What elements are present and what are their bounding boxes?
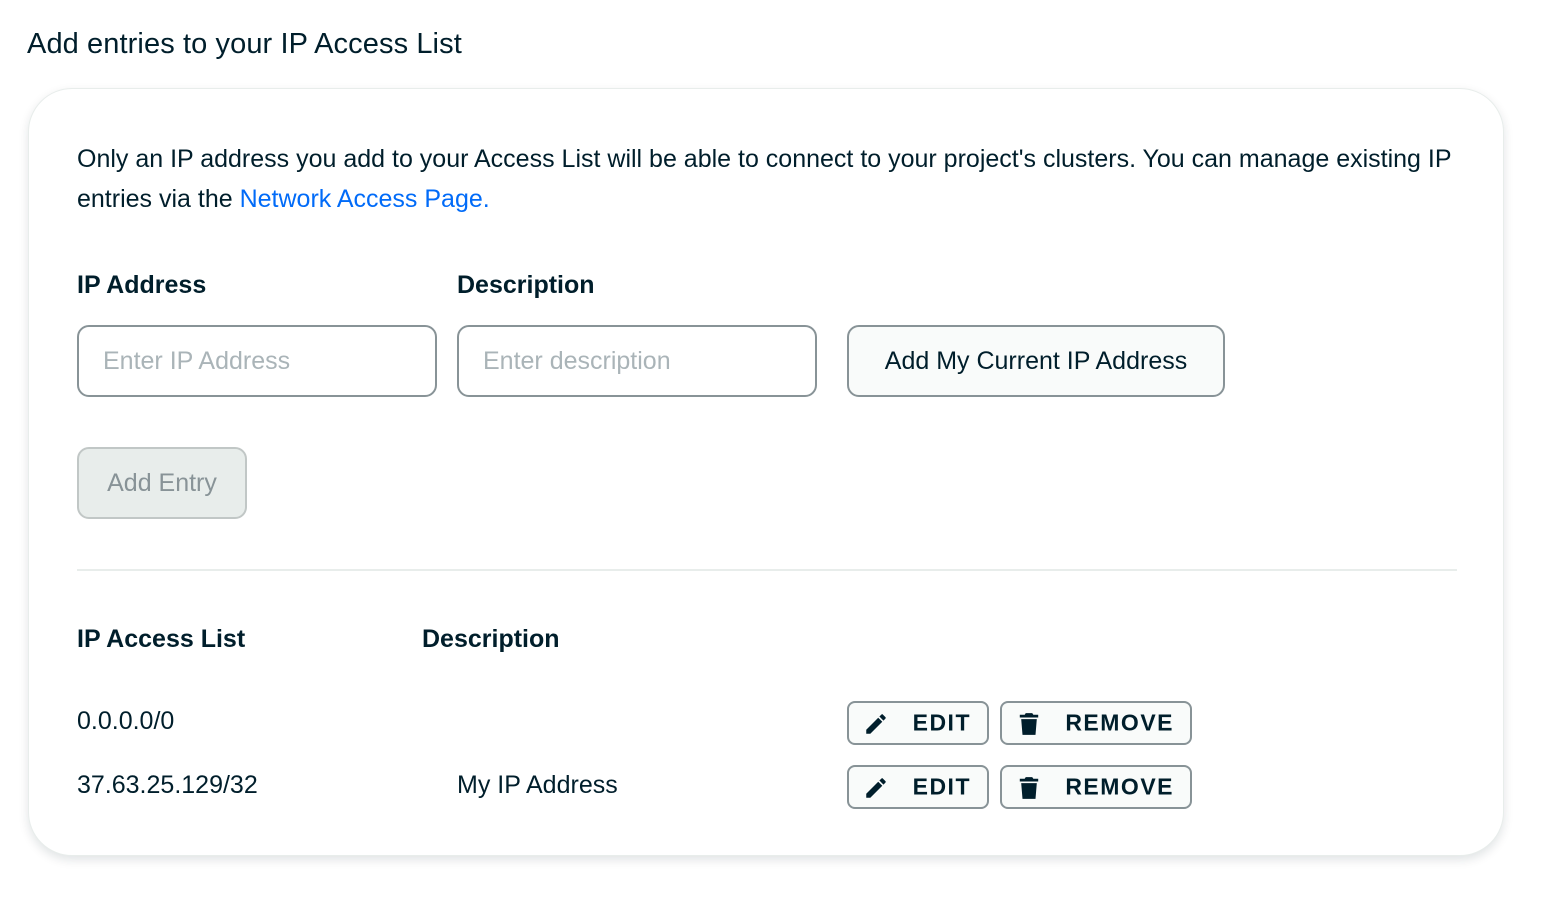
ip-access-card: Only an IP address you add to your Acces…	[28, 88, 1504, 856]
remove-button[interactable]: REMOVE	[1000, 701, 1192, 745]
pencil-icon	[863, 775, 889, 801]
page-title: Add entries to your IP Access List	[27, 28, 462, 60]
edit-button[interactable]: EDIT	[847, 701, 989, 745]
trash-icon	[1016, 711, 1042, 737]
remove-label: REMOVE	[1065, 709, 1174, 736]
remove-label: REMOVE	[1065, 773, 1174, 800]
intro-text: Only an IP address you add to your Acces…	[77, 139, 1467, 219]
row-description: My IP Address	[457, 771, 618, 799]
add-entry-button[interactable]: Add Entry	[77, 447, 247, 519]
edit-label: EDIT	[912, 773, 971, 800]
ip-address-label: IP Address	[77, 271, 207, 299]
trash-icon	[1016, 775, 1042, 801]
ip-access-list-header: IP Access List	[77, 625, 246, 653]
description-label: Description	[457, 271, 595, 299]
add-current-ip-button[interactable]: Add My Current IP Address	[847, 325, 1225, 397]
network-access-link[interactable]: Network Access Page.	[240, 185, 490, 213]
remove-button[interactable]: REMOVE	[1000, 765, 1192, 809]
ip-address-input[interactable]	[77, 325, 437, 397]
description-header: Description	[422, 625, 560, 653]
description-input[interactable]	[457, 325, 817, 397]
divider	[77, 569, 1457, 571]
edit-label: EDIT	[912, 709, 971, 736]
row-ip: 0.0.0.0/0	[77, 707, 175, 735]
row-ip: 37.63.25.129/32	[77, 771, 258, 799]
pencil-icon	[863, 711, 889, 737]
edit-button[interactable]: EDIT	[847, 765, 989, 809]
